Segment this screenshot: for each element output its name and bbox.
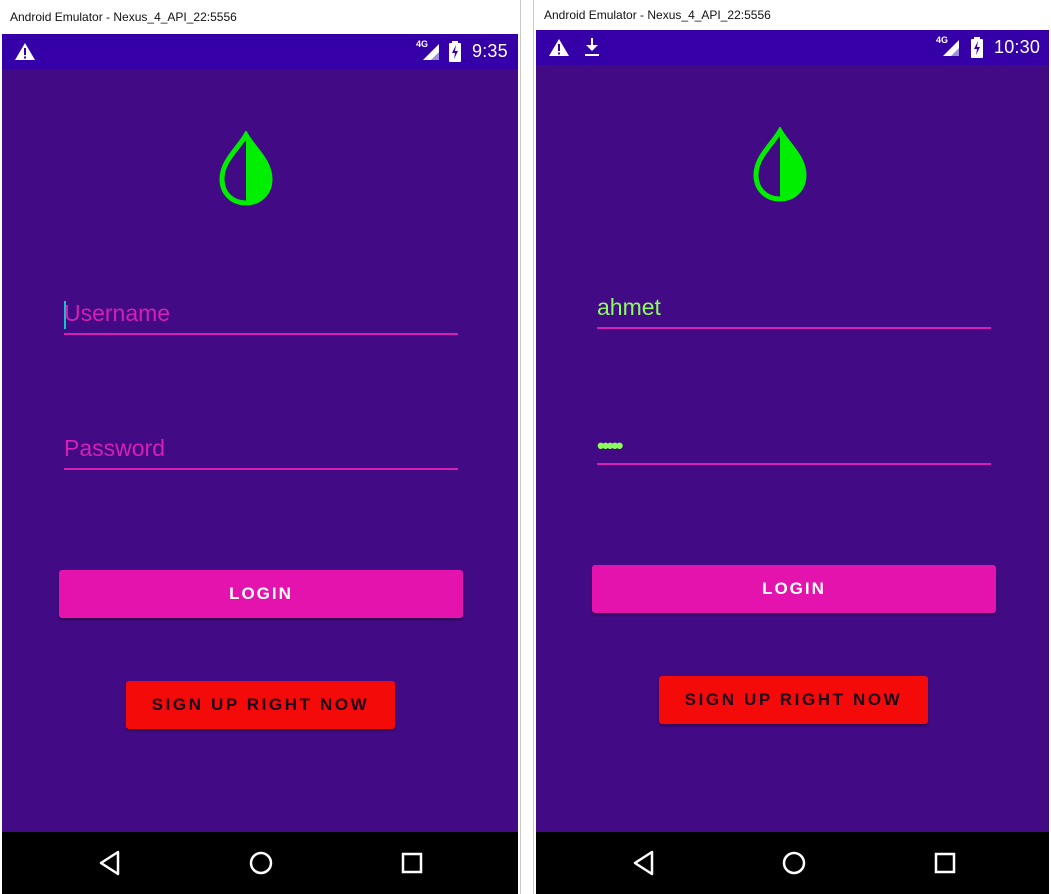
password-placeholder: Password bbox=[64, 435, 165, 461]
warning-icon bbox=[15, 43, 35, 60]
window-title: Android Emulator - Nexus_4_API_22:5556 bbox=[534, 0, 1051, 30]
recents-icon[interactable] bbox=[931, 849, 959, 877]
username-value: ahmet bbox=[597, 294, 661, 320]
signup-button[interactable]: SIGN UP RIGHT NOW bbox=[126, 681, 395, 729]
home-icon[interactable] bbox=[780, 849, 808, 877]
signal-icon bbox=[943, 40, 959, 56]
home-icon[interactable] bbox=[247, 849, 275, 877]
login-button[interactable]: LOGIN bbox=[592, 565, 996, 613]
warning-icon bbox=[549, 39, 569, 56]
download-icon bbox=[585, 38, 599, 56]
status-bar: 4G 9:35 bbox=[2, 34, 518, 69]
app-logo-droplet-icon bbox=[753, 127, 807, 202]
password-input[interactable]: ••••• bbox=[597, 423, 991, 465]
password-input[interactable]: Password bbox=[64, 428, 458, 470]
username-input[interactable]: ahmet bbox=[597, 287, 991, 329]
device-screen: 4G 10:30 ahmet ••••• LOGIN SIGN UP RIGHT… bbox=[536, 30, 1049, 894]
navigation-bar bbox=[536, 832, 1049, 894]
emulator-window-right: Android Emulator - Nexus_4_API_22:5556 4… bbox=[533, 0, 1051, 894]
username-input[interactable]: Username bbox=[64, 293, 458, 335]
signal-icon bbox=[423, 44, 439, 60]
status-time: 10:30 bbox=[994, 37, 1041, 57]
recents-icon[interactable] bbox=[398, 849, 426, 877]
device-screen: 4G 9:35 Username Password LOGIN SIGN UP bbox=[2, 34, 518, 894]
login-button[interactable]: LOGIN bbox=[59, 570, 463, 618]
navigation-bar bbox=[2, 832, 518, 894]
status-time: 9:35 bbox=[472, 41, 508, 61]
password-value: ••••• bbox=[597, 433, 623, 458]
battery-charging-icon bbox=[449, 41, 461, 62]
window-title: Android Emulator - Nexus_4_API_22:5556 bbox=[0, 0, 520, 34]
username-placeholder: Username bbox=[64, 300, 171, 326]
emulator-window-left: Android Emulator - Nexus_4_API_22:5556 4… bbox=[0, 0, 521, 894]
battery-charging-icon bbox=[971, 37, 983, 58]
back-icon[interactable] bbox=[630, 849, 658, 877]
status-bar: 4G 10:30 bbox=[536, 30, 1049, 65]
back-icon[interactable] bbox=[96, 849, 124, 877]
signup-button[interactable]: SIGN UP RIGHT NOW bbox=[659, 676, 928, 724]
app-logo-droplet-icon bbox=[219, 131, 273, 206]
